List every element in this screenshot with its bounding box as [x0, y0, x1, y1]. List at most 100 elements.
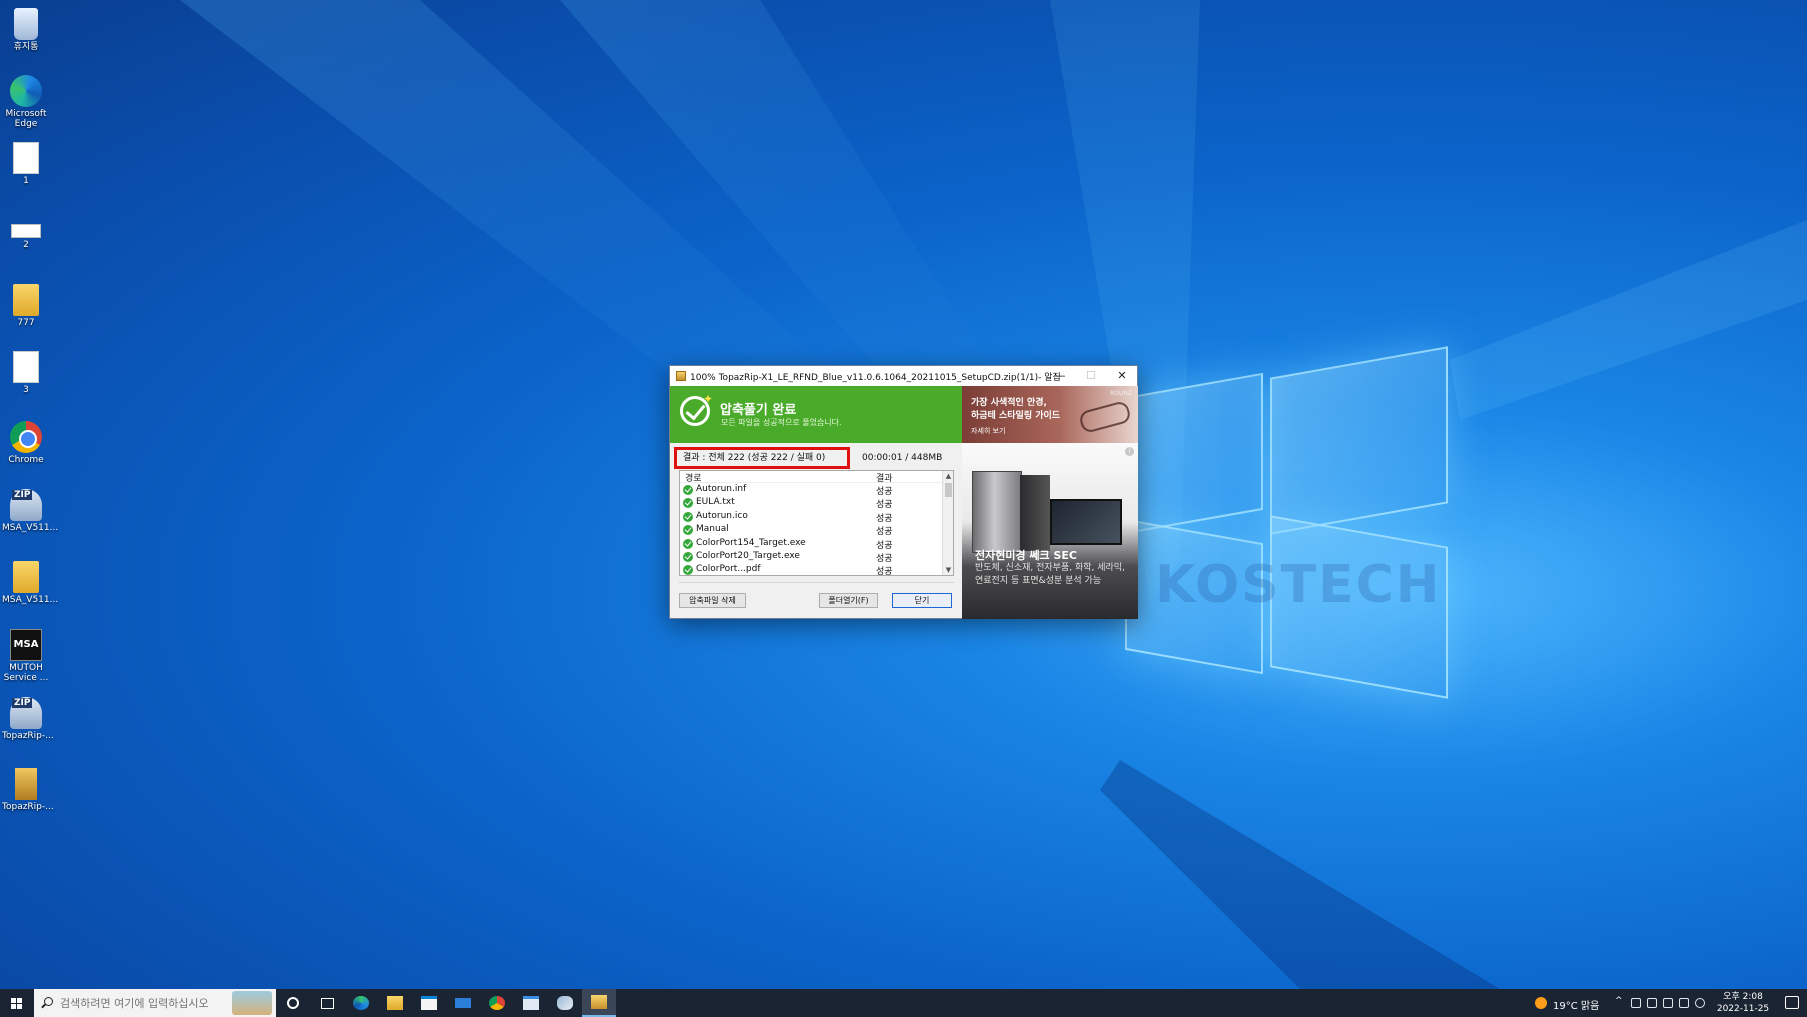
maximize-button[interactable]: ☐	[1076, 366, 1106, 386]
folder-icon	[13, 561, 39, 593]
desktop-icon-mutoh[interactable]: MSA MUTOH Service ...	[2, 629, 50, 683]
glasses-image	[1078, 399, 1132, 435]
file-name: ColorPort154_Target.exe	[696, 537, 806, 548]
taskbar-file-explorer[interactable]	[378, 989, 412, 1017]
dialog-titlebar[interactable]: 100% TopazRip-X1_LE_RFND_Blue_v11.0.6.10…	[670, 366, 1137, 386]
taskbar-clock[interactable]: 오후 2:08 2022-11-25	[1713, 991, 1773, 1015]
notification-center-icon[interactable]	[1785, 996, 1799, 1009]
desktop-icon-msa-folder[interactable]: MSA_V511...	[2, 561, 59, 605]
cortana-circle-icon	[287, 997, 299, 1009]
list-item[interactable]: Autorun.inf 성공	[680, 483, 953, 497]
minimize-button[interactable]: —	[1045, 366, 1075, 386]
ad-line-2: 하금테 스타일링 가이드	[971, 411, 1061, 421]
edge-icon	[10, 75, 42, 107]
taskbar-store[interactable]	[412, 989, 446, 1017]
taskbar-search[interactable]	[34, 989, 276, 1017]
delete-archive-button[interactable]: 압축파일 삭제	[679, 593, 746, 608]
desktop-icon-msa-zip[interactable]: ZIP MSA_V511...	[2, 489, 59, 533]
taskbar-edge[interactable]	[344, 989, 378, 1017]
desktop-icon-edge[interactable]: Microsoft Edge	[2, 75, 50, 129]
volume-icon[interactable]	[1679, 998, 1689, 1008]
desktop-icon-label: MSA_V511...	[2, 523, 59, 533]
weather-sun-icon[interactable]	[1535, 997, 1547, 1009]
banner-title: 압축풀기 완료	[720, 403, 797, 418]
ad-line-1: 가장 사색적인 안경,	[971, 398, 1047, 408]
scroll-up-icon[interactable]: ▲	[943, 471, 953, 481]
list-item[interactable]: EULA.txt 성공	[680, 496, 953, 511]
folder-icon	[387, 996, 403, 1010]
taskbar-alzip[interactable]	[582, 989, 616, 1017]
ad-more-link[interactable]: 자세히 보기	[971, 426, 1005, 436]
desktop-icon-label: 1	[23, 176, 29, 186]
search-highlight-image[interactable]	[232, 991, 272, 1015]
desktop-icon-topaz-zip[interactable]: ZIP TopazRip-...	[2, 697, 54, 741]
weather-text[interactable]: 19°C 맑음	[1553, 997, 1599, 1012]
ad-side-body: 반도체, 신소재, 전자부품, 화학, 세라믹, 연료전지 등 표면&성분 분석…	[975, 563, 1125, 586]
window-app-icon	[523, 996, 539, 1010]
desktop-icon-doc-3[interactable]: 3	[2, 351, 50, 395]
list-item[interactable]: ColorPort154_Target.exe 성공	[680, 537, 953, 551]
desktop-icon-label: 휴지통	[13, 42, 39, 52]
desktop-icon-label: 3	[23, 385, 29, 395]
windows-logo-pane-tr	[1270, 346, 1448, 535]
ad-banner-side[interactable]: i 전자현미경 쎄크 SEC 반도체, 신소재, 전자부품, 화학, 세라믹, …	[962, 443, 1138, 619]
taskbar-app-tool[interactable]	[548, 989, 582, 1017]
system-tray: 19°C 맑음 ^ 오후 2:08 2022-11-25	[1535, 989, 1807, 1017]
network-icon[interactable]	[1663, 998, 1673, 1008]
document-icon	[13, 142, 39, 174]
windows-start-icon	[11, 998, 16, 1003]
windows-start-icon	[17, 998, 22, 1003]
list-item[interactable]: Manual 성공	[680, 523, 953, 537]
file-result-list[interactable]: 경로 결과 Autorun.inf 성공 EULA.txt 성공 Autorun.i…	[679, 470, 954, 576]
tray-overflow-button[interactable]: ^	[1615, 996, 1623, 1006]
task-view-icon	[320, 997, 334, 1009]
tool-app-icon	[557, 996, 573, 1010]
desktop-icon-doc-1[interactable]: 1	[2, 142, 50, 186]
chrome-icon	[10, 421, 42, 453]
windows-start-icon	[11, 1004, 16, 1009]
msa-app-icon: MSA	[10, 629, 42, 661]
open-folder-button[interactable]: 폴더열기(F)	[819, 593, 878, 608]
store-icon	[421, 996, 437, 1010]
desktop-icon-recycle-bin[interactable]: 휴지통	[2, 8, 50, 52]
desktop-icon-folder-777[interactable]: 777	[2, 284, 50, 328]
list-item[interactable]: Autorun.ico 성공	[680, 510, 953, 524]
desktop-icon-label: Microsoft Edge	[5, 109, 47, 129]
scroll-down-icon[interactable]: ▼	[943, 565, 953, 575]
start-button[interactable]	[0, 989, 34, 1017]
desktop-icon-doc-2[interactable]: 2	[2, 212, 50, 250]
list-item[interactable]: ColorPort20_Target.exe 성공	[680, 550, 953, 564]
ime-icon[interactable]	[1695, 998, 1705, 1008]
list-item[interactable]: ColorPort...pdf 성공	[680, 563, 953, 575]
tray-app-icon[interactable]	[1631, 998, 1641, 1008]
file-result: 성공	[876, 540, 893, 551]
file-name: ColorPort20_Target.exe	[696, 550, 800, 561]
taskbar-mail[interactable]	[446, 989, 480, 1017]
desktop-icon-label: 2	[23, 240, 29, 250]
taskbar-app-window[interactable]	[514, 989, 548, 1017]
success-check-icon	[683, 525, 693, 536]
completion-banner: ✦ 압축풀기 완료 모든 파일을 성공적으로 풀었습니다.	[670, 386, 962, 443]
task-view-button[interactable]	[310, 989, 344, 1017]
search-input[interactable]	[60, 995, 240, 1011]
desktop-icon-topaz-archive[interactable]: TopazRip-...	[2, 768, 54, 812]
tray-app-icon[interactable]	[1647, 998, 1657, 1008]
ad-banner-top[interactable]: ROUNZ 가장 사색적인 안경, 하금테 스타일링 가이드 자세히 보기	[962, 386, 1138, 443]
success-check-icon	[683, 511, 693, 522]
recycle-bin-icon	[14, 8, 38, 40]
file-result: 성공	[876, 500, 893, 511]
close-window-button[interactable]: ✕	[1107, 366, 1137, 386]
file-name: ColorPort...pdf	[696, 564, 761, 575]
file-result: 성공	[876, 513, 893, 524]
taskbar-chrome[interactable]	[480, 989, 514, 1017]
list-scrollbar[interactable]: ▲ ▼	[942, 471, 953, 575]
close-button[interactable]: 닫기	[892, 593, 952, 608]
cortana-button[interactable]	[276, 989, 310, 1017]
desktop-icon-chrome[interactable]: Chrome	[2, 421, 50, 465]
desktop-icon-label: TopazRip-...	[2, 802, 54, 812]
desktop-icon-label: MUTOH Service ...	[3, 663, 49, 683]
scroll-thumb[interactable]	[945, 483, 952, 497]
desktop-icon-label: MSA_V511...	[2, 595, 59, 605]
ad-info-icon[interactable]: i	[1125, 447, 1134, 456]
clock-time: 오후 2:08	[1723, 992, 1763, 1002]
